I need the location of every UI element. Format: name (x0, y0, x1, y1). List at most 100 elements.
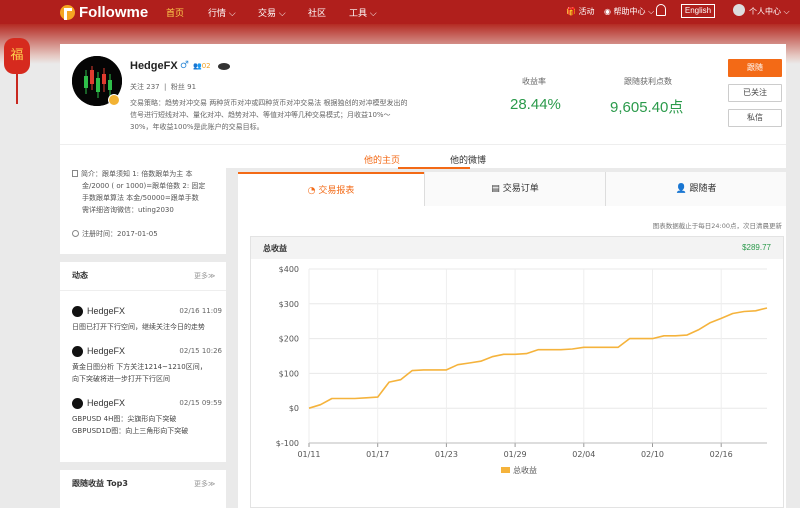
desc-line: 30%，年收益100%是此账户的交易目标。 (130, 123, 264, 131)
feed-time: 02/15 10:26 (179, 347, 222, 355)
nav-activity[interactable]: 🎁 活动 (566, 6, 595, 17)
feed-text: 日图已打开下行空间，继续关注今日的走势 (72, 323, 205, 331)
nav-market-label: 行情 (208, 9, 227, 19)
list-item[interactable]: HedgeFX 02/16 11:09 日图已打开下行空间，继续关注今日的走势 (72, 306, 222, 336)
feed-user[interactable]: HedgeFX (87, 398, 125, 408)
tab-followers-label: 跟随者 (689, 184, 717, 194)
desc-line: 交易策略：趋势对冲交易 两种货币对冲或四种货币对冲交易法 根据独创的对冲模型发出… (130, 99, 408, 107)
update-note: 图表数据截止于每日24:00点，次日清晨更新 (652, 222, 782, 230)
top-nav: Followme 首页 行情 ⌵ 交易 ⌵ 社区 工具 ⌵ 🎁 活动 ◉ 帮助中… (0, 0, 800, 24)
nav-help[interactable]: ◉ 帮助中心 ⌵ (604, 6, 654, 17)
panel-total-value: $289.77 (742, 243, 771, 252)
avatar (72, 398, 83, 409)
nav-user-center-label: 个人中心 (749, 7, 781, 16)
points-label: 跟随获利点数 (624, 77, 672, 86)
return-rate-value: 28.44% (510, 96, 561, 113)
legend-swatch (501, 467, 510, 473)
y-tick-label: $-100 (276, 439, 299, 448)
main-panel: ◔ 交易报表 ▤ 交易订单 👤 跟随者 图表数据截止于每日24:00点，次日清晨… (238, 172, 786, 508)
follow-trader-button[interactable]: 跟随 (728, 59, 782, 77)
intro-line: 金/2000 ( or 1000)=跟单倍数 2: 固定 (82, 182, 206, 190)
follow-count[interactable]: 237 (146, 83, 159, 91)
nav-user-center[interactable]: 个人中心 ⌵ (749, 6, 790, 17)
y-tick-label: $400 (279, 265, 299, 274)
tab-trade-report[interactable]: ◔ 交易报表 (238, 172, 424, 206)
users-icon: 👥 (193, 62, 202, 70)
return-rate-label: 收益率 (522, 77, 546, 86)
logo-text: Followme (79, 3, 149, 21)
x-tick-label: 02/10 (641, 450, 664, 459)
nav-tools-label: 工具 (349, 9, 368, 19)
list-item[interactable]: HedgeFX 02/15 09:59 GBPUSD 4H图：尖旗形向下突破 G… (72, 398, 222, 438)
x-tick-label: 02/16 (710, 450, 733, 459)
message-button[interactable]: 私信 (728, 109, 782, 127)
top3-more-label: 更多 (194, 480, 208, 488)
profile-description: 交易策略：趋势对冲交易 两种货币对冲或四种货币对冲交易法 根据独创的对冲模型发出… (130, 97, 426, 133)
avatar (72, 346, 83, 357)
tab-homepage[interactable]: 他的主页 (364, 153, 400, 166)
tab-trade-orders-label: 交易订单 (502, 184, 539, 194)
follow-label: 关注 (130, 83, 144, 91)
chevron-down-icon: ⌵ (783, 6, 790, 16)
nav-trade-label: 交易 (258, 9, 277, 19)
user-icon: 👤 (675, 184, 687, 194)
bell-icon[interactable] (656, 4, 666, 16)
total-profit-panel: 总收益 $289.77 $400 $300 $200 $100 $0 $-100 01/11… (250, 236, 784, 508)
follower-badge: 👥02 (193, 62, 211, 70)
x-tick-label: 01/11 (297, 450, 320, 459)
intro-line: 简介：跟单须知 1: 倍数跟单为主 本 (72, 168, 222, 180)
feed-user[interactable]: HedgeFX (87, 346, 125, 356)
nav-activity-label: 活动 (578, 7, 595, 16)
user-avatar-icon[interactable] (733, 4, 745, 16)
nav-community[interactable]: 社区 (308, 6, 326, 19)
tab-weibo[interactable]: 他的微博 (450, 153, 486, 166)
intro-line-text: 简介：跟单须知 1: 倍数跟单为主 本 (81, 170, 193, 178)
tab-trade-orders[interactable]: ▤ 交易订单 (425, 172, 605, 206)
report-icon: ◔ (307, 186, 316, 196)
register-date-text: 注册时间：2017-01-05 (82, 230, 158, 238)
intro-line: 手数跟单算法 本金/50000=跟单手数 (82, 194, 199, 202)
nav-market[interactable]: 行情 ⌵ (208, 6, 236, 19)
feed-title: 动态 (72, 271, 88, 280)
report-tabs: ◔ 交易报表 ▤ 交易订单 👤 跟随者 (238, 172, 786, 206)
top3-more-link[interactable]: 更多≫ (194, 479, 215, 489)
x-tick-label: 01/29 (504, 450, 527, 459)
lantern-decoration: 福 (4, 38, 30, 74)
profile-name: HedgeFX (130, 60, 178, 72)
tab-followers[interactable]: 👤 跟随者 (606, 172, 786, 206)
legend-label: 总收益 (513, 465, 537, 475)
activity-feed: 动态 更多≫ HedgeFX 02/16 11:09 日图已打开下行空间，继续关… (60, 262, 226, 462)
feed-more-link[interactable]: 更多≫ (194, 271, 215, 281)
lantern-tassel (16, 74, 18, 104)
feed-user[interactable]: HedgeFX (87, 306, 125, 316)
feed-time: 02/15 09:59 (179, 399, 222, 407)
panel-header: 总收益 $289.77 (251, 237, 783, 259)
y-tick-label: $100 (279, 369, 299, 378)
profile-card: HedgeFX ♂ 👥02 关注 237 | 粉丝 91 交易策略：趋势对冲交易… (60, 44, 786, 144)
top3-card: 跟随收益 Top3 更多≫ (60, 470, 226, 508)
chevron-down-icon: ⌵ (648, 6, 655, 16)
intro-card: 简介：跟单须知 1: 倍数跟单为主 本 金/2000 ( or 1000)=跟单… (60, 162, 226, 254)
intro-text: 简介：跟单须知 1: 倍数跟单为主 本 金/2000 ( or 1000)=跟单… (72, 168, 222, 216)
nav-tools[interactable]: 工具 ⌵ (349, 6, 377, 19)
total-profit-chart[interactable]: $400 $300 $200 $100 $0 $-100 01/11 01/17 01/23 01… (251, 259, 783, 507)
list-item[interactable]: HedgeFX 02/15 10:26 黄金日图分析 下方关注1214~1210… (72, 346, 222, 386)
feed-text: GBPUSD 4H图：尖旗形向下突破 (72, 415, 177, 423)
register-date: 注册时间：2017-01-05 (72, 229, 158, 239)
y-tick-label: $300 (279, 300, 299, 309)
points-value: 9,605.40点 (610, 99, 684, 116)
followed-button[interactable]: 已关注 (728, 84, 782, 102)
language-button[interactable]: English (681, 4, 715, 18)
nav-home[interactable]: 首页 (166, 6, 184, 19)
nav-trade[interactable]: 交易 ⌵ (258, 6, 286, 19)
feed-text: 向下突破将进一步打开下行区间 (72, 375, 170, 383)
clock-icon (72, 230, 79, 237)
chevron-down-icon: ⌵ (369, 9, 377, 19)
tab-trade-report-label: 交易报表 (318, 186, 355, 196)
x-tick-label: 02/04 (572, 450, 595, 459)
feed-more-label: 更多 (194, 272, 208, 280)
y-tick-label: $200 (279, 335, 299, 344)
fans-count[interactable]: 91 (187, 83, 196, 91)
y-tick-label: $0 (289, 404, 299, 413)
logo[interactable]: Followme (60, 3, 148, 21)
